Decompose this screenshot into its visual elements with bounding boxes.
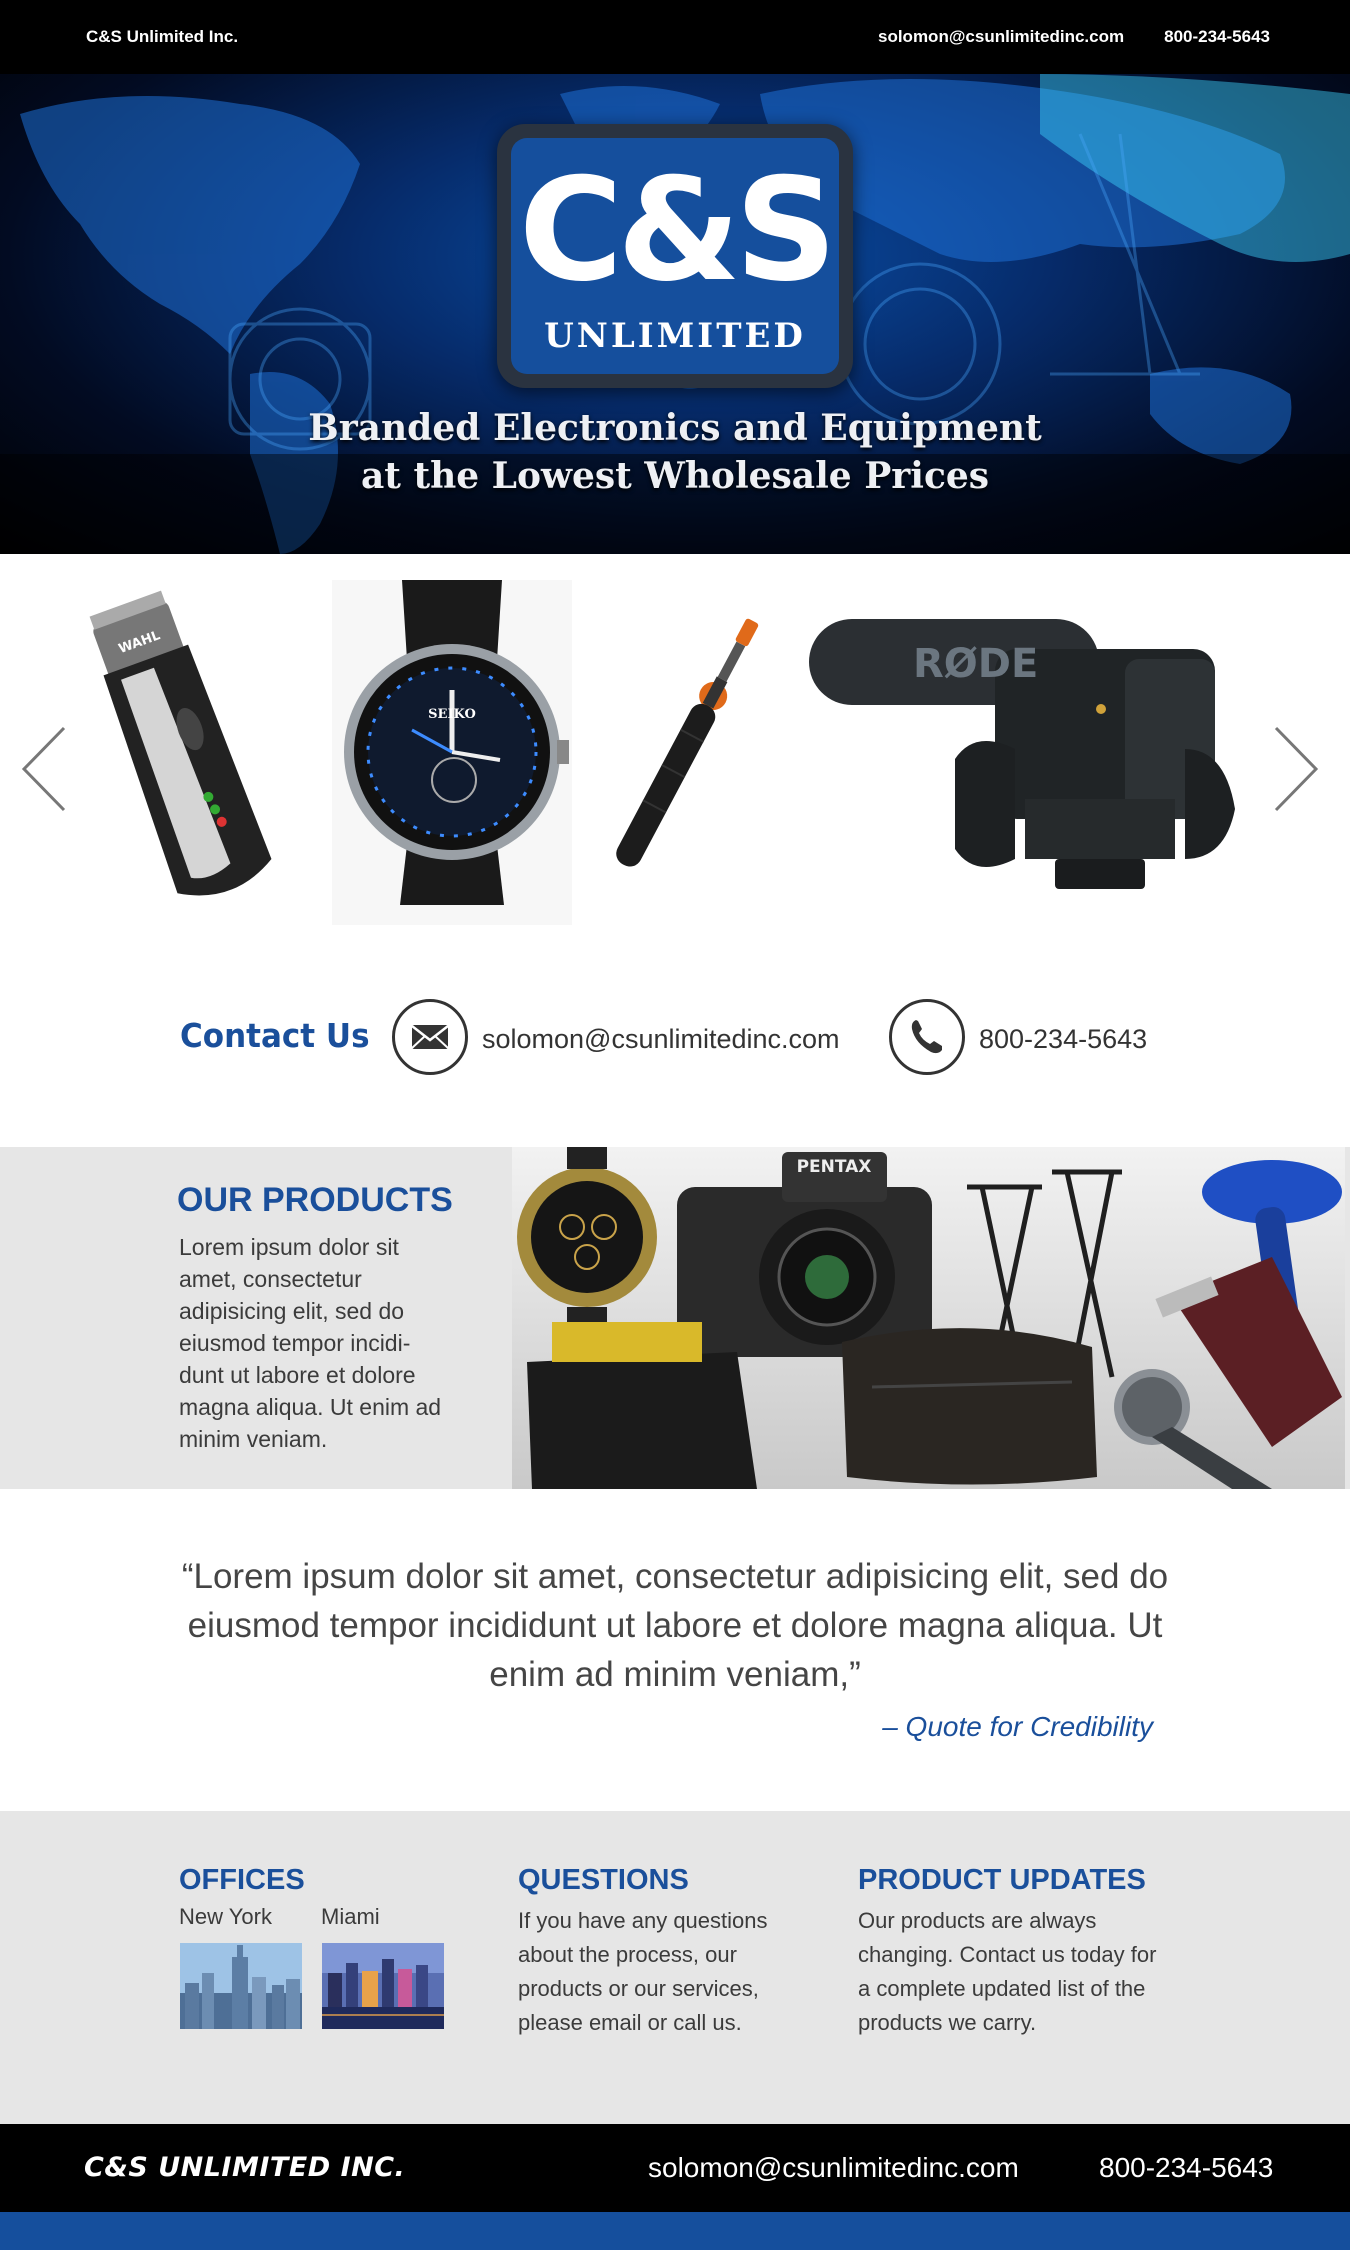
camera-brand: PENTAX [797,1157,872,1177]
offices-heading: OFFICES [179,1864,305,1896]
products-heading: OUR PRODUCTS [177,1181,453,1219]
watch-brand: SEIKO [428,707,476,722]
product-updates-heading: PRODUCT UPDATES [858,1864,1146,1896]
footer: C&S UNLIMITED INC. solomon@csunlimitedin… [0,2124,1350,2212]
footer-brand: C&S UNLIMITED INC. [84,2152,406,2183]
logo[interactable]: C&S UNLIMITED [497,124,853,388]
footer-email-link[interactable]: solomon@csunlimitedinc.com [648,2152,1019,2184]
wristwatch-image[interactable]: SEIKO [332,580,572,925]
products-section: OUR PRODUCTS Lorem ipsum dolor sit amet,… [0,1147,1350,1489]
contact-email-link[interactable]: solomon@csunlimitedinc.com [482,1024,840,1055]
new-york-skyline-image[interactable] [180,1943,302,2029]
top-phone-link[interactable]: 800-234-5643 [1164,27,1270,47]
camera-pole-image[interactable] [600,604,770,894]
phone-glyph [911,1020,942,1054]
logo-inner: C&S UNLIMITED [511,138,839,374]
hero-tagline: Branded Electronics and Equipment at the… [0,404,1350,500]
questions-heading: QUESTIONS [518,1864,689,1896]
contact-section: Contact Us solomon@csunlimitedinc.com 80… [0,954,1350,1147]
company-name: C&S Unlimited Inc. [86,27,239,46]
city-miami: Miami [321,1904,380,1929]
products-description: Lorem ipsum dolor sit amet, consectetur … [179,1234,442,1452]
miami-skyline-image[interactable] [322,1943,444,2029]
quote-section: “Lorem ipsum dolor sit amet, consectetur… [0,1489,1350,1811]
hair-clipper-image[interactable]: WAHL [80,584,280,924]
product-carousel: WAHL SEIKO RØDE [0,554,1350,954]
hero-banner: C&S UNLIMITED Branded Electronics and Eq… [0,74,1350,554]
products-collage-image: PENTAX [512,1147,1345,1489]
tagline-line-2: at the Lowest Wholesale Prices [360,455,990,497]
shotgun-microphone-image[interactable]: RØDE [805,599,1260,909]
top-bar: C&S Unlimited Inc. solomon@csunlimitedin… [0,0,1350,74]
new-york-skyline-art [180,1943,302,2029]
envelope-icon[interactable] [392,999,468,1075]
tagline-line-1: Branded Electronics and Equipment [308,407,1042,449]
questions-text: If you have any questions about the proc… [518,1908,768,2035]
city-new-york: New York [179,1904,272,1929]
mic-brand: RØDE [913,641,1038,687]
quote-citation: – Quote for Credibility [882,1711,1153,1742]
footer-band [0,2212,1350,2250]
products-collage-art: PENTAX [517,1147,1342,1489]
contact-phone-link[interactable]: 800-234-5643 [979,1024,1147,1055]
chevron-left-icon[interactable] [18,724,68,814]
miami-skyline-art [322,1943,444,2029]
top-email-link[interactable]: solomon@csunlimitedinc.com [878,27,1124,47]
phone-icon[interactable] [889,999,965,1075]
testimonial-quote: “Lorem ipsum dolor sit amet, consectetur… [181,1557,1169,1694]
info-section: OFFICES New York Miami QUESTIONS If you … [0,1811,1350,2124]
product-updates-text: Our products are always changing. Contac… [858,1908,1157,2035]
footer-phone-link[interactable]: 800-234-5643 [1099,2152,1273,2184]
envelope-glyph [411,1025,449,1049]
logo-subtitle: UNLIMITED [544,316,806,356]
logo-mark: C&S [518,148,837,313]
chevron-right-icon[interactable] [1272,724,1322,814]
contact-title: Contact Us [180,1016,370,1055]
